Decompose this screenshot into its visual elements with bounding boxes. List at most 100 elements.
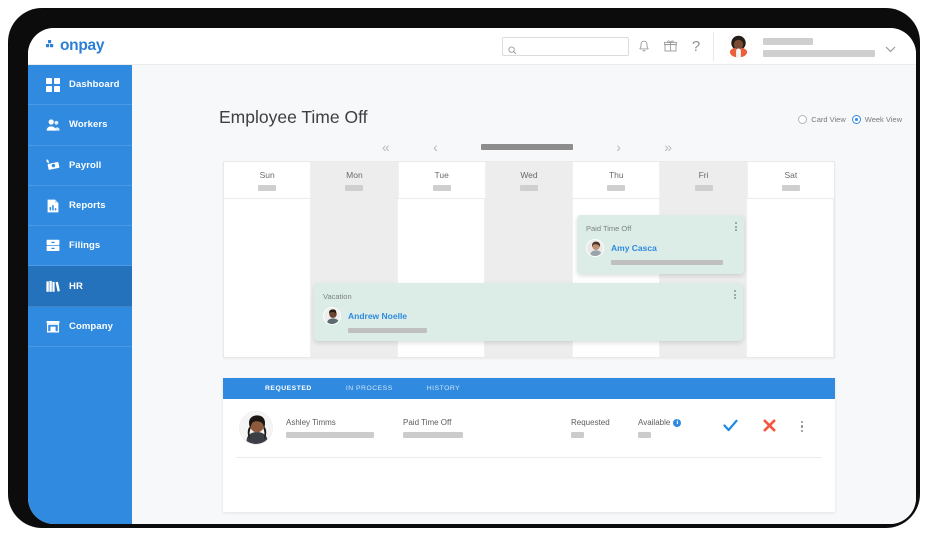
event-type: Vacation [323, 292, 352, 301]
radio-label: Week View [864, 115, 902, 124]
calendar-body: Paid Time Off Amy Casca Vacation Andrew … [224, 199, 834, 357]
onpay-mark-icon [46, 36, 57, 55]
row-employee: Ashley Timms [286, 418, 374, 438]
sidebar-item-hr[interactable]: HR [28, 266, 132, 307]
last-week-button[interactable]: » [664, 139, 672, 155]
calendar-cell-sun[interactable] [224, 199, 312, 357]
sidebar-item-dashboard[interactable]: Dashboard [28, 65, 132, 106]
available-label: Available [638, 418, 671, 427]
user-company-redacted [763, 50, 875, 57]
day-date-redacted [781, 184, 800, 191]
time-off-card[interactable]: Paid Time Off Amy Casca [577, 215, 744, 274]
sidebar-item-label: HR [69, 280, 83, 292]
day-name: Mon [346, 169, 363, 180]
bell-icon[interactable] [635, 37, 653, 55]
day-header-fri: Fri [660, 162, 748, 198]
day-header-mon: Mon [311, 162, 399, 198]
search-icon [508, 42, 517, 60]
row-requested: Requested [571, 418, 610, 438]
books-icon [45, 279, 60, 294]
approve-button[interactable] [723, 419, 738, 437]
day-name: Thu [608, 169, 624, 180]
day-date-redacted [432, 184, 451, 191]
leave-type: Paid Time Off [403, 418, 452, 427]
avatar[interactable] [725, 33, 752, 60]
sidebar-item-label: Payroll [69, 159, 102, 171]
employee-name[interactable]: Amy Casca [611, 243, 657, 253]
day-header-wed: Wed [485, 162, 574, 198]
prev-week-button[interactable]: ‹ [433, 139, 438, 155]
user-name-redacted [763, 38, 813, 45]
requested-value-redacted [571, 432, 584, 438]
table-row[interactable]: Ashley Timms Paid Time Off Requested Ava… [223, 399, 835, 457]
kebab-menu-icon[interactable] [734, 290, 736, 299]
sidebar-item-label: Reports [69, 200, 106, 212]
available-value-redacted [638, 432, 651, 438]
search-box[interactable] [502, 37, 629, 56]
device-bezel: onpay ? Dashboard Workers Payroll Report… [8, 8, 920, 528]
radio-dot-icon [798, 115, 808, 124]
day-header-tue: Tue [399, 162, 486, 198]
time-off-card[interactable]: Vacation Andrew Noelle [314, 283, 743, 341]
radio-label: Card View [811, 115, 846, 124]
calendar-cell-sat[interactable] [747, 199, 834, 357]
help-icon[interactable]: ? [687, 37, 705, 55]
sidebar-item-label: Filings [69, 240, 101, 252]
day-name: Wed [520, 169, 538, 180]
app-screen: onpay ? Dashboard Workers Payroll Report… [28, 28, 916, 524]
avatar [586, 239, 604, 257]
row-leave-type: Paid Time Off [403, 418, 463, 438]
leave-detail-redacted [403, 432, 463, 438]
event-employee: Andrew Noelle [323, 307, 734, 325]
tab-history[interactable]: HISTORY [427, 385, 460, 392]
employee-name: Ashley Timms [286, 418, 336, 427]
first-week-button[interactable]: « [382, 139, 390, 155]
tab-requested[interactable]: REQUESTED [265, 385, 312, 392]
chevron-down-icon[interactable] [885, 40, 896, 58]
onpay-logo[interactable]: onpay [46, 36, 104, 55]
requests-panel: REQUESTED IN PROCESS HISTORY Ashley Timm… [223, 378, 835, 512]
kebab-menu-icon[interactable] [801, 421, 804, 432]
event-type: Paid Time Off [586, 224, 632, 233]
grid-icon [45, 77, 60, 92]
next-week-button[interactable]: › [616, 139, 621, 155]
sidebar-item-payroll[interactable]: Payroll [28, 146, 132, 186]
sidebar-item-label: Company [69, 320, 113, 332]
employee-name[interactable]: Andrew Noelle [348, 311, 407, 321]
main-content: Employee Time Off Card View Week View « … [132, 65, 916, 524]
search-input[interactable] [521, 38, 626, 55]
day-date-redacted [345, 184, 364, 191]
avatar [239, 411, 273, 445]
info-icon[interactable]: i [673, 419, 682, 427]
deny-button[interactable] [763, 419, 776, 437]
requests-tabbar: REQUESTED IN PROCESS HISTORY [223, 378, 835, 399]
calendar-header: Sun Mon Tue Wed Thu Fri Sat [224, 162, 834, 199]
view-toggle: Card View Week View [798, 115, 902, 124]
radio-week-view[interactable]: Week View [851, 115, 902, 124]
week-navigation: « ‹ › » [382, 137, 672, 157]
onpay-wordmark: onpay [60, 36, 105, 54]
sidebar-item-filings[interactable]: Filings [28, 226, 132, 267]
kebab-menu-icon[interactable] [735, 222, 737, 231]
row-available: Available i [638, 418, 682, 438]
sidebar-item-company[interactable]: Company [28, 307, 132, 348]
day-date-redacted [694, 184, 713, 191]
day-date-redacted [607, 184, 626, 191]
filing-cabinet-icon [45, 238, 60, 253]
week-calendar: Sun Mon Tue Wed Thu Fri Sat Paid Time Of… [223, 161, 835, 358]
radio-card-view[interactable]: Card View [798, 115, 846, 124]
tab-in-process[interactable]: IN PROCESS [346, 385, 393, 392]
day-name: Tue [434, 169, 449, 180]
event-detail-redacted [348, 328, 427, 333]
top-bar: onpay ? [28, 28, 916, 65]
sidebar-item-reports[interactable]: Reports [28, 186, 132, 227]
sidebar-item-workers[interactable]: Workers [28, 105, 132, 146]
gift-icon[interactable] [661, 37, 679, 55]
week-range-redacted [481, 144, 573, 150]
day-name: Fri [698, 169, 709, 180]
day-header-sat: Sat [748, 162, 834, 198]
avatar [323, 307, 341, 325]
people-icon [45, 117, 60, 132]
day-date-redacted [519, 184, 538, 191]
topbar-divider [713, 32, 714, 61]
